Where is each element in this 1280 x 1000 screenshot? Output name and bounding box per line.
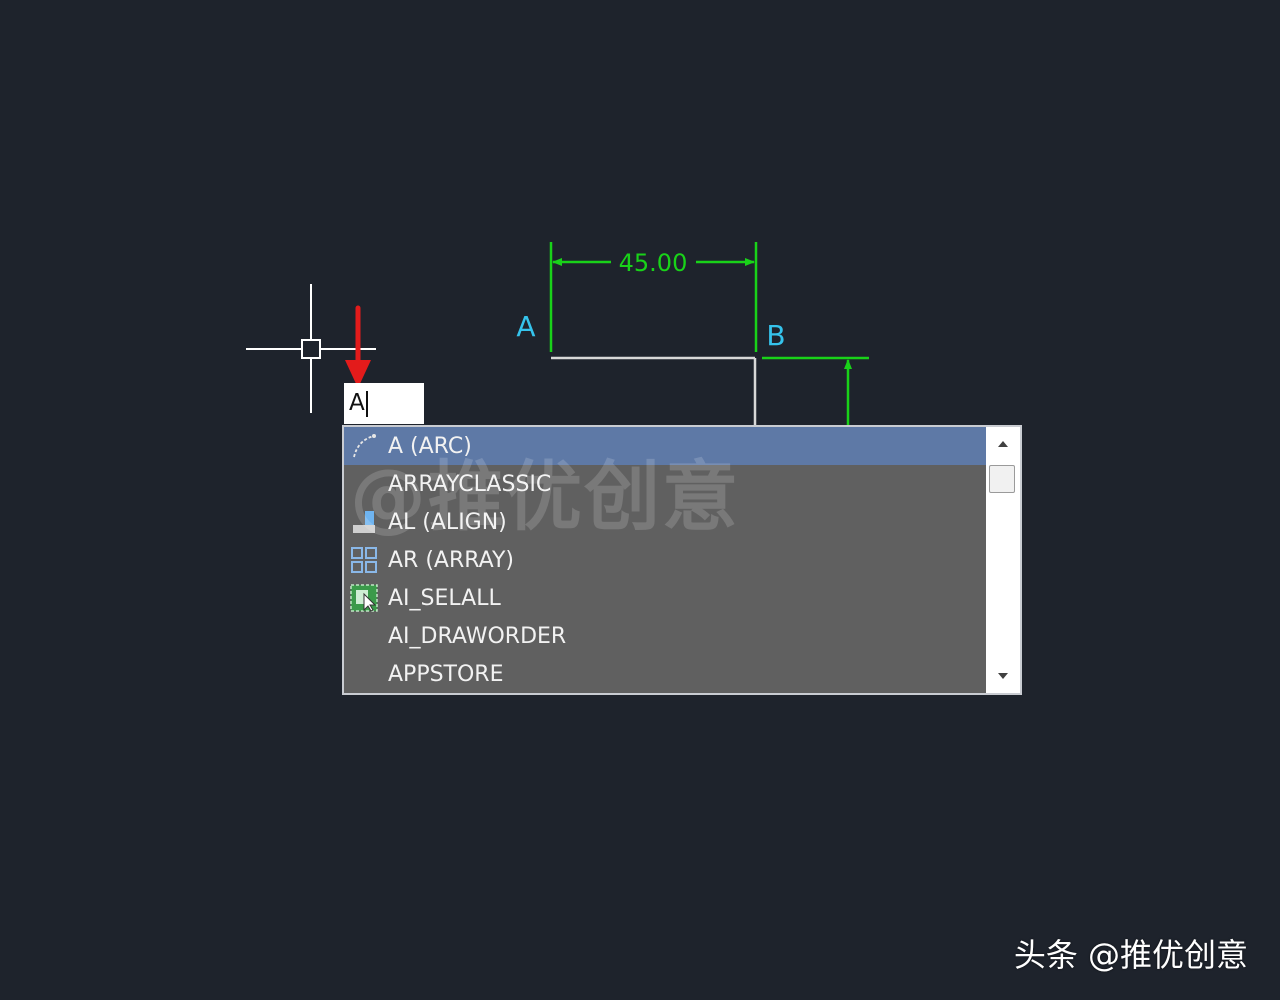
command-autocomplete-list[interactable]: A (ARC) ARRAYCLASSIC AL (ALIGN) AR (ARRA… [342,425,1022,695]
brand-watermark: 头条 @推优创意 [1013,936,1248,974]
autocomplete-item-label: A (ARC) [388,433,472,459]
autocomplete-item-label: APPSTORE [388,661,504,687]
scroll-thumb[interactable] [989,465,1015,493]
autocomplete-item-ai-selall[interactable]: AI_SELALL [344,579,986,617]
drawing-geometry [551,356,757,426]
chevron-up-icon [998,441,1008,447]
autocomplete-item-arrayclassic[interactable]: ARRAYCLASSIC [344,465,986,503]
autocomplete-item-label: AI_SELALL [388,585,501,611]
point-a-label: A [516,310,535,343]
scroll-up-button[interactable] [986,427,1020,461]
align-icon [353,511,375,533]
autocomplete-items: A (ARC) ARRAYCLASSIC AL (ALIGN) AR (ARRA… [344,427,986,693]
autocomplete-item-label: ARRAYCLASSIC [388,471,552,497]
array-icon [351,547,377,573]
text-caret [365,390,368,417]
select-all-icon [350,584,378,612]
scroll-down-button[interactable] [986,659,1020,693]
arc-icon [353,434,376,458]
point-b-label: B [766,319,785,352]
vertical-dimension[interactable] [762,356,869,426]
autocomplete-item-appstore[interactable]: APPSTORE [344,655,986,693]
dimension-value: 45.00 [619,249,688,277]
autocomplete-item-label: AR (ARRAY) [388,547,515,573]
autocomplete-item-align[interactable]: AL (ALIGN) [344,503,986,541]
autocomplete-item-label: AL (ALIGN) [388,509,507,535]
command-input-text: A [349,390,365,416]
command-input[interactable]: A [344,383,424,424]
list-scrollbar[interactable] [986,427,1020,693]
autocomplete-item-arc[interactable]: A (ARC) [344,427,986,465]
chevron-down-icon [998,673,1008,679]
horizontal-dimension[interactable]: 45.00 [549,242,758,352]
autocomplete-item-ai-draworder[interactable]: AI_DRAWORDER [344,617,986,655]
autocomplete-item-array[interactable]: AR (ARRAY) [344,541,986,579]
autocomplete-item-label: AI_DRAWORDER [388,623,567,649]
